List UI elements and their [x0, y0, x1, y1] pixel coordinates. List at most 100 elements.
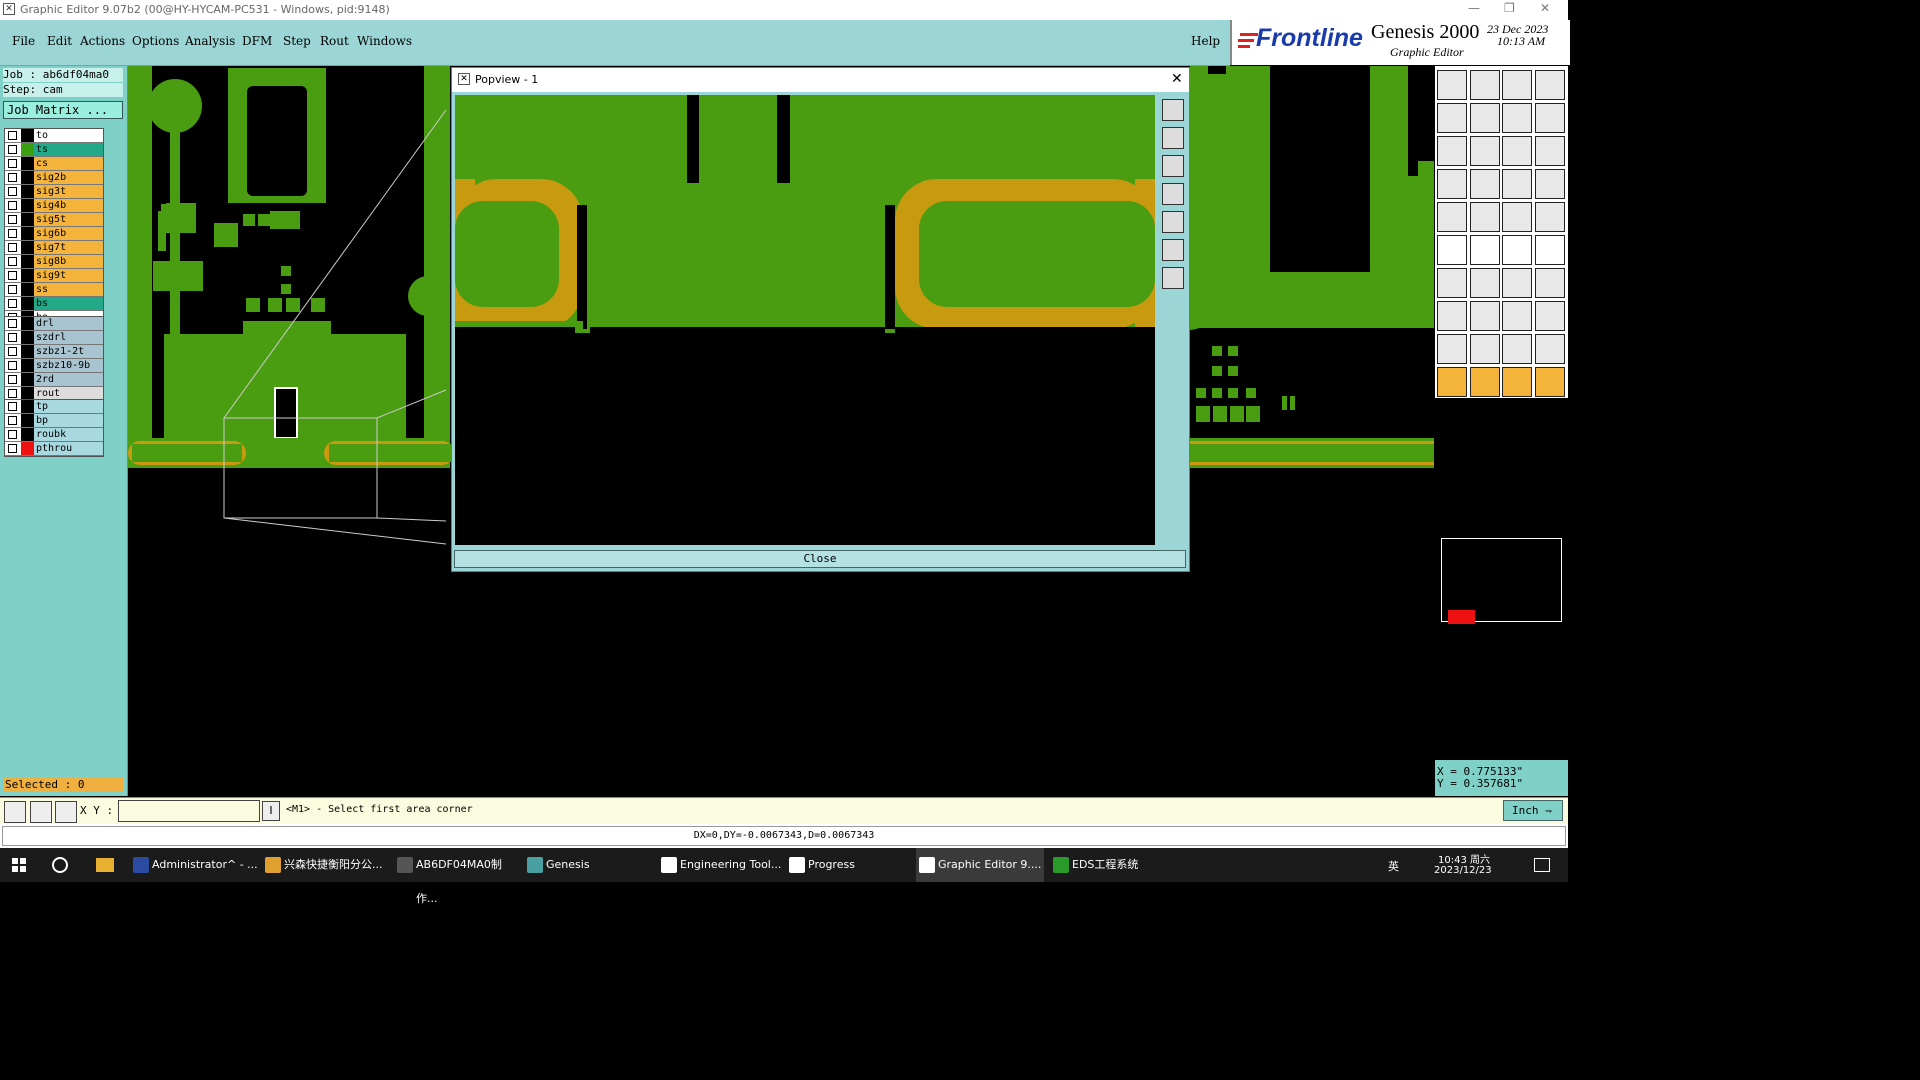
layer-checkbox[interactable]: [8, 285, 17, 294]
layer-row-bs[interactable]: bs: [5, 297, 103, 311]
layer-row-sig9t[interactable]: sig9t: [5, 269, 103, 283]
pointer-move-icon[interactable]: [1534, 367, 1565, 397]
layer-color-swatch[interactable]: [21, 428, 34, 441]
layer-name[interactable]: bp: [34, 414, 103, 427]
taskbar-item[interactable]: AB6DF04MA0制作...: [394, 848, 522, 905]
arc-icon[interactable]: [1502, 268, 1532, 298]
line-h-icon[interactable]: [1469, 301, 1500, 331]
layer-checkbox[interactable]: [8, 145, 17, 154]
layer-row-sig3t[interactable]: sig3t: [5, 185, 103, 199]
pan-left-icon[interactable]: [1162, 183, 1184, 205]
layer-color-swatch[interactable]: [21, 199, 34, 212]
menu-analysis[interactable]: Analysis: [185, 34, 235, 48]
layer-row-ss[interactable]: ss: [5, 283, 103, 297]
layer-name[interactable]: to: [34, 129, 103, 142]
layer-checkbox[interactable]: [8, 159, 17, 168]
layer-color-swatch[interactable]: [21, 297, 34, 310]
pad-icon[interactable]: [1437, 202, 1467, 232]
pan-left-icon[interactable]: [1437, 103, 1467, 133]
taskbar-item[interactable]: Administrator^ - ...: [130, 848, 258, 882]
layer-color-swatch[interactable]: [21, 400, 34, 413]
menu-windows[interactable]: Windows: [357, 34, 412, 48]
layer-name[interactable]: pthrou: [34, 442, 103, 455]
popview-close-button[interactable]: Close: [454, 550, 1186, 568]
layer-checkbox[interactable]: [8, 173, 17, 182]
pointer-icon[interactable]: [1437, 367, 1467, 397]
measure-icon[interactable]: [1502, 301, 1532, 331]
layer-color-swatch[interactable]: [21, 269, 34, 282]
layer-color-swatch[interactable]: [21, 442, 34, 455]
xy-input[interactable]: [118, 800, 260, 822]
layer-row-szdrl[interactable]: szdrl: [5, 331, 103, 345]
layer-row-szbz1-2t[interactable]: szbz1-2t: [5, 345, 103, 359]
layer-row-sig6b[interactable]: sig6b: [5, 227, 103, 241]
layer-checkbox[interactable]: [8, 243, 17, 252]
window-close-icon[interactable]: ✕: [1540, 1, 1550, 15]
layer-color-swatch[interactable]: [21, 373, 34, 386]
grid-icon[interactable]: [1469, 169, 1500, 199]
layer-checkbox[interactable]: [8, 299, 17, 308]
layer-checkbox[interactable]: [8, 257, 17, 266]
layer-name[interactable]: sig6b: [34, 227, 103, 240]
layer-checkbox[interactable]: [8, 430, 17, 439]
zoom-window-icon[interactable]: [1162, 239, 1184, 261]
triangle-b-icon[interactable]: [1469, 334, 1500, 364]
layer-row-pthrou[interactable]: pthrou: [5, 442, 103, 456]
layer-row-sig7t[interactable]: sig7t: [5, 241, 103, 255]
triangle-c-icon[interactable]: [1502, 334, 1532, 364]
layer-row-ts[interactable]: ts: [5, 143, 103, 157]
layer-name[interactable]: sig3t: [34, 185, 103, 198]
menu-rout[interactable]: Rout: [320, 34, 349, 48]
layer-name[interactable]: ts: [34, 143, 103, 156]
layer-name[interactable]: sig7t: [34, 241, 103, 254]
zoom-out-icon[interactable]: [1162, 155, 1184, 177]
layer-color-swatch[interactable]: [21, 414, 34, 427]
menu-dfm[interactable]: DFM: [242, 34, 272, 48]
taskbar-item[interactable]: Genesis: [524, 848, 652, 882]
layer-checkbox[interactable]: [8, 271, 17, 280]
layer-name[interactable]: bs: [34, 297, 103, 310]
layer-color-swatch[interactable]: [21, 331, 34, 344]
layer-name[interactable]: sig2b: [34, 171, 103, 184]
route-icon[interactable]: [1534, 235, 1565, 265]
layer-row-szbz10-9b[interactable]: szbz10-9b: [5, 359, 103, 373]
shape-icon[interactable]: [1534, 301, 1565, 331]
layer-row-cs[interactable]: cs: [5, 157, 103, 171]
layer-checkbox[interactable]: [8, 347, 17, 356]
taskbar-item[interactable]: EDS工程系统: [1050, 848, 1178, 882]
layer-name[interactable]: 2rd: [34, 373, 103, 386]
layer-name[interactable]: sig4b: [34, 199, 103, 212]
layer-checkbox[interactable]: [8, 389, 17, 398]
layer-checkbox[interactable]: [8, 444, 17, 453]
layer-checkbox[interactable]: [8, 402, 17, 411]
taskbar-item[interactable]: Engineering Tool...: [658, 848, 786, 882]
layer-name[interactable]: sig9t: [34, 269, 103, 282]
layer-row-tp[interactable]: tp: [5, 400, 103, 414]
text-cursor-icon[interactable]: I: [262, 801, 280, 821]
layer-color-swatch[interactable]: [21, 241, 34, 254]
net-icon[interactable]: [1502, 169, 1532, 199]
layer-color-swatch[interactable]: [21, 359, 34, 372]
taskbar-item[interactable]: Graphic Editor 9....: [916, 848, 1044, 882]
node-icon[interactable]: [1437, 235, 1467, 265]
layer-color-swatch[interactable]: [21, 317, 34, 330]
layer-color-swatch[interactable]: [21, 171, 34, 184]
layer-row-sig4b[interactable]: sig4b: [5, 199, 103, 213]
job-matrix-button[interactable]: Job Matrix ...: [3, 101, 123, 119]
layer-name[interactable]: szbz1-2t: [34, 345, 103, 358]
menu-edit[interactable]: Edit: [47, 34, 72, 48]
connect-icon[interactable]: [1502, 235, 1532, 265]
triangle-d-icon[interactable]: [1534, 334, 1565, 364]
search-icon[interactable]: [52, 857, 68, 873]
select-mode-icon[interactable]: [4, 801, 26, 823]
pan-right-icon[interactable]: [1469, 103, 1500, 133]
clock-date[interactable]: 2023/12/23: [1434, 865, 1492, 876]
measure-mode-icon[interactable]: [30, 801, 52, 823]
layer-checkbox[interactable]: [8, 229, 17, 238]
layer-color-swatch[interactable]: [21, 227, 34, 240]
layer-checkbox[interactable]: [8, 333, 17, 342]
layer-color-swatch[interactable]: [21, 283, 34, 296]
rotate-icon[interactable]: [1502, 103, 1532, 133]
scale-1to2-icon[interactable]: [1502, 136, 1532, 166]
zoom-in-icon[interactable]: [1162, 127, 1184, 149]
